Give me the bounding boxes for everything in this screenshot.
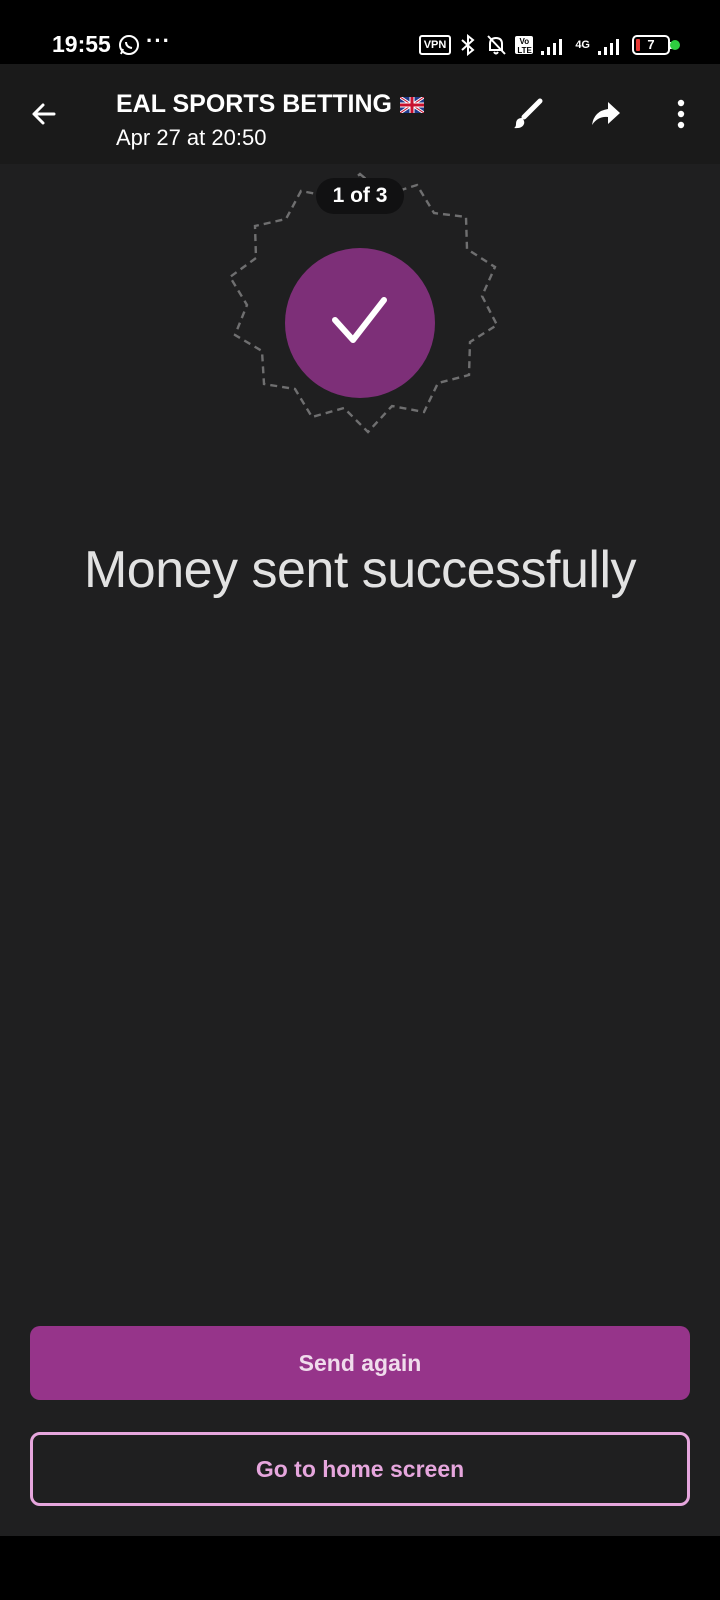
chat-title-text: EAL SPORTS BETTING <box>116 90 392 118</box>
status-bar: 19:55 ··· VPN Vo LTE 4G 7 <box>0 0 720 64</box>
page-counter: 1 of 3 <box>316 178 404 214</box>
notifications-off-icon <box>487 35 507 55</box>
brush-icon[interactable] <box>510 96 546 132</box>
message-date: Apr 27 at 20:50 <box>116 125 267 150</box>
send-again-button[interactable]: Send again <box>30 1326 690 1400</box>
image-viewer-content: 1 of 3 Money sent successfully Send agai… <box>0 164 720 1536</box>
volte-icon: Vo LTE <box>515 36 534 55</box>
more-vert-icon[interactable] <box>666 96 696 132</box>
chat-title: EAL SPORTS BETTING <box>116 90 456 119</box>
share-icon[interactable] <box>588 96 624 132</box>
battery-level: 7 <box>647 37 655 52</box>
network-type-label: 4G <box>575 38 590 51</box>
back-arrow-icon[interactable] <box>24 94 64 134</box>
signal-icon <box>541 39 563 55</box>
signal-icon-2 <box>598 39 619 55</box>
more-notifications-icon: ··· <box>146 28 171 53</box>
status-time: 19:55 <box>52 31 111 57</box>
status-icons: VPN Vo LTE 4G 7 <box>418 33 673 57</box>
navigation-bar <box>0 1536 720 1600</box>
success-message: Money sent successfully <box>83 541 637 599</box>
bluetooth-icon <box>461 34 475 56</box>
privacy-indicator-dot <box>670 40 680 50</box>
app-header: EAL SPORTS BETTING Apr 27 at 20:50 <box>0 64 720 164</box>
battery-icon: 7 <box>632 35 673 55</box>
vpn-icon: VPN <box>418 35 452 55</box>
phone-screen: 19:55 ··· VPN Vo LTE 4G 7 EAL SPORTS BET… <box>0 0 720 1600</box>
success-circle <box>285 248 435 398</box>
uk-flag-icon <box>399 97 424 114</box>
success-badge <box>228 172 499 434</box>
whatsapp-icon <box>119 35 139 55</box>
go-to-home-button[interactable]: Go to home screen <box>30 1432 690 1506</box>
